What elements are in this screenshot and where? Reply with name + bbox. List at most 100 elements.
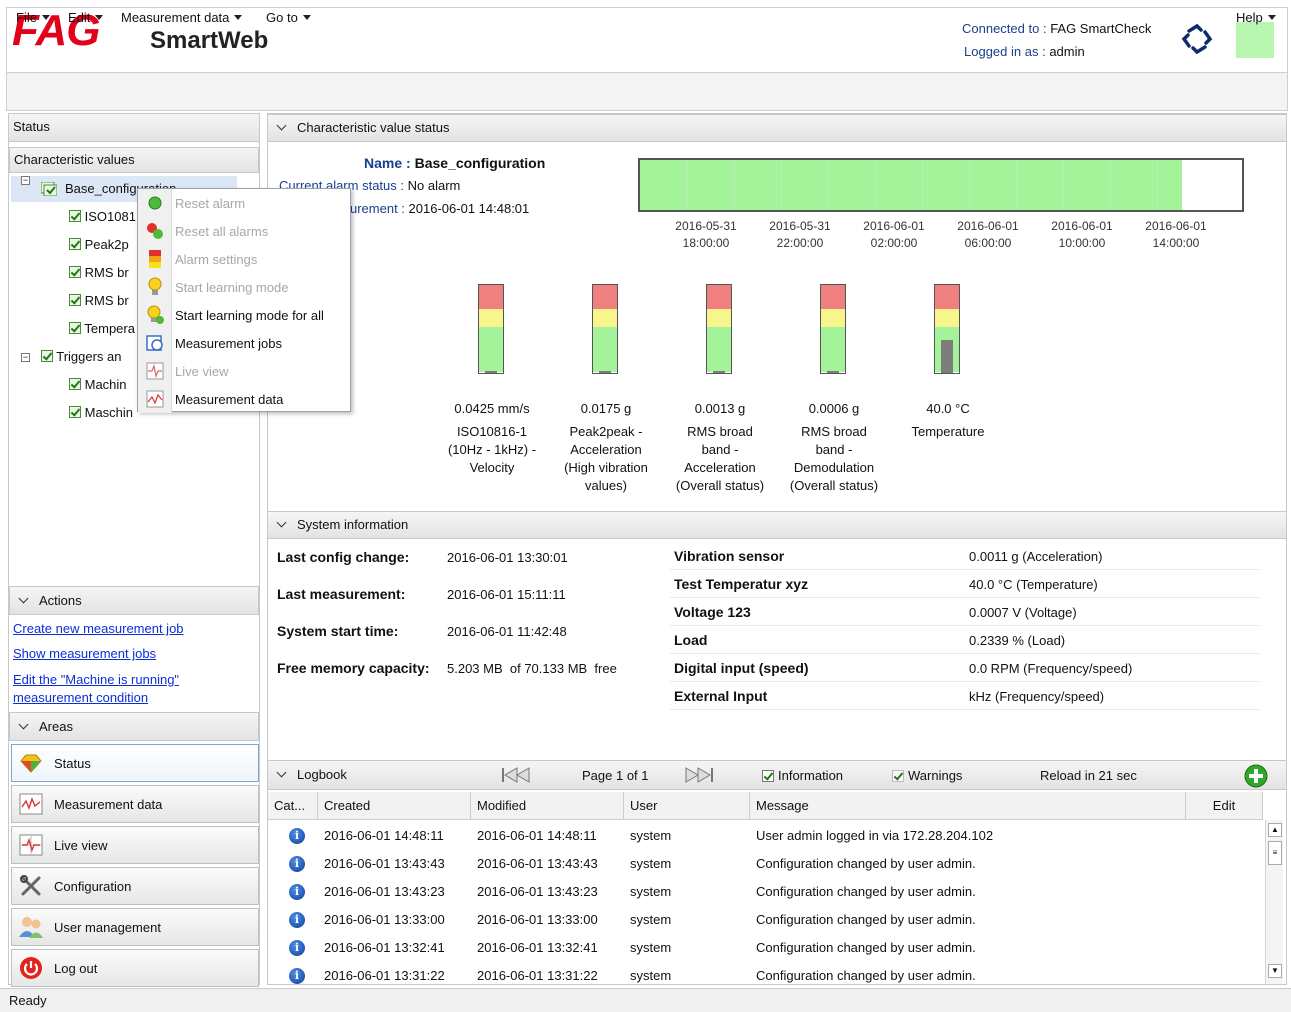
collapse-icon[interactable]: − [21, 353, 30, 362]
edit-machine-running-link-cont[interactable]: measurement condition [13, 690, 148, 705]
scroll-down-icon[interactable]: ▼ [1268, 964, 1282, 978]
scroll-thumb[interactable]: ≡ [1268, 841, 1282, 865]
logbook-row[interactable]: i 2016-06-01 14:48:11 2016-06-01 14:48:11 s… [268, 822, 1263, 850]
info-icon: i [289, 940, 305, 956]
column-header[interactable]: User [624, 792, 750, 820]
characteristic-meter[interactable] [592, 284, 618, 374]
actions-header[interactable]: Actions [9, 586, 259, 615]
logbook-scrollbar[interactable]: ▲ ≡ ▼ [1265, 820, 1283, 984]
tree-node-machine[interactable]: Machin [69, 372, 127, 398]
checkbox-icon[interactable] [69, 266, 81, 278]
system-information-header[interactable]: System information [268, 511, 1286, 539]
tree-node-maschine[interactable]: Maschin [69, 400, 133, 426]
column-header[interactable]: Created [318, 792, 471, 820]
warnings-filter[interactable]: Warnings [892, 768, 962, 783]
characteristic-meter[interactable] [478, 284, 504, 374]
checkbox-icon[interactable] [69, 322, 81, 334]
context-menu-item[interactable]: Measurement jobs [138, 329, 350, 357]
tree-node-peak2peak[interactable]: Peak2p [69, 232, 129, 258]
log-user: system [630, 828, 672, 843]
log-created: 2016-06-01 13:31:22 [324, 968, 445, 983]
area-user-management-button[interactable]: User management [11, 908, 259, 946]
area-live-view-button[interactable]: Live view [11, 826, 259, 864]
area-configuration-button[interactable]: Configuration [11, 867, 259, 905]
first-page-icon[interactable] [501, 766, 541, 787]
status-bar: Ready [0, 988, 1291, 1012]
last-page-icon[interactable] [684, 766, 724, 787]
tick-date: 2016-06-01 [1051, 219, 1113, 233]
timeline-gridline [1157, 160, 1158, 210]
sync-icon[interactable] [1180, 22, 1214, 56]
checkbox-icon[interactable] [69, 406, 81, 418]
column-header[interactable]: Modified [471, 792, 624, 820]
characteristic-meter[interactable] [934, 284, 960, 374]
collapse-icon[interactable]: − [21, 176, 30, 185]
menu-edit[interactable]: Edit [68, 10, 104, 25]
area-log-out-button[interactable]: Log out [11, 949, 259, 987]
checkbox-icon[interactable] [69, 238, 81, 250]
log-user: system [630, 856, 672, 871]
tree-node-rms-2[interactable]: RMS br [69, 288, 129, 314]
area-measurement-data-button[interactable]: Measurement data [11, 785, 259, 823]
characteristic-meter[interactable] [820, 284, 846, 374]
connected-label: Connected to : [962, 21, 1047, 36]
area-label: Configuration [54, 878, 132, 894]
characteristic-values-header[interactable]: Characteristic values [9, 147, 259, 173]
scroll-up-icon[interactable]: ▲ [1268, 823, 1282, 837]
column-header[interactable]: Cat... [268, 792, 318, 820]
logbook-title: Logbook [297, 767, 347, 782]
log-message: Configuration changed by user admin. [756, 884, 976, 899]
menu-go-to[interactable]: Go to [266, 10, 311, 25]
sensor-value: 0.2339 % (Load) [969, 633, 1066, 648]
checkbox-icon[interactable] [69, 294, 81, 306]
create-measurement-job-link[interactable]: Create new measurement job [13, 621, 184, 636]
show-measurement-jobs-link[interactable]: Show measurement jobs [13, 646, 156, 661]
measurement-time-row: urement : 2016-06-01 14:48:01 [350, 201, 529, 216]
column-header[interactable]: Edit [1186, 792, 1263, 820]
meter-name-line: RMS broad [687, 424, 753, 439]
tree-node-rms-1[interactable]: RMS br [69, 260, 129, 286]
menu-measurement-data[interactable]: Measurement data [121, 10, 243, 25]
tree-node-triggers[interactable]: − Triggers an [21, 344, 122, 370]
alarm-timeline-bar[interactable] [638, 158, 1244, 212]
timeline-gridline [828, 160, 829, 210]
logbook-row[interactable]: i 2016-06-01 13:33:00 2016-06-01 13:33:00 s… [268, 906, 1263, 934]
menu-file[interactable]: File [16, 10, 50, 25]
context-menu-item[interactable]: Measurement data [138, 385, 350, 413]
context-menu-item: Live view [138, 357, 350, 385]
checkbox-icon[interactable] [892, 769, 904, 782]
menu-help[interactable]: Help [1236, 10, 1276, 25]
edit-machine-running-link[interactable]: Edit the "Machine is running" [13, 672, 179, 687]
meter-warning-zone [935, 309, 959, 327]
timeline-gridline [687, 160, 688, 210]
checkbox-icon[interactable] [69, 210, 81, 222]
column-header[interactable]: Message [750, 792, 1186, 820]
meter-name-line: Demodulation [793, 460, 875, 475]
context-menu-item[interactable]: Start learning mode for all [138, 301, 350, 329]
name-row: Name : Base_configuration [364, 155, 545, 171]
tree-node-iso[interactable]: ISO1081 [69, 204, 136, 230]
logbook-row[interactable]: i 2016-06-01 13:43:23 2016-06-01 13:43:23 s… [268, 878, 1263, 906]
meter-name-line: Acceleration [570, 442, 642, 457]
checkbox-icon[interactable] [762, 769, 774, 782]
sensor-value: kHz (Frequency/speed) [969, 689, 1105, 704]
logbook-row[interactable]: i 2016-06-01 13:31:22 2016-06-01 13:31:22 s… [268, 962, 1263, 990]
context-menu-label: Alarm settings [175, 251, 258, 267]
characteristic-meter[interactable] [706, 284, 732, 374]
characteristic-status-header[interactable]: Characteristic value status [268, 114, 1286, 142]
areas-header[interactable]: Areas [9, 712, 259, 741]
information-filter[interactable]: Information [762, 768, 843, 783]
learning-mode-icon [138, 273, 172, 301]
meter-name: ISO10816-1 (10Hz - 1kHz) - Velocity [432, 423, 552, 477]
logbook-row[interactable]: i 2016-06-01 13:43:43 2016-06-01 13:43:43 s… [268, 850, 1263, 878]
checkbox-icon[interactable] [69, 378, 81, 390]
log-modified: 2016-06-01 13:43:43 [477, 856, 598, 871]
tick-date: 2016-05-31 [769, 219, 831, 233]
tree-node-temperature[interactable]: Tempera [69, 316, 135, 342]
area-status-button[interactable]: Status [11, 744, 259, 782]
system-info-value: 5.203 MB of 70.133 MB free [447, 661, 617, 676]
reset-all-alarms-icon [138, 217, 172, 245]
add-entry-icon[interactable] [1244, 764, 1268, 791]
checkbox-icon[interactable] [40, 350, 53, 362]
logbook-row[interactable]: i 2016-06-01 13:32:41 2016-06-01 13:32:41 s… [268, 934, 1263, 962]
